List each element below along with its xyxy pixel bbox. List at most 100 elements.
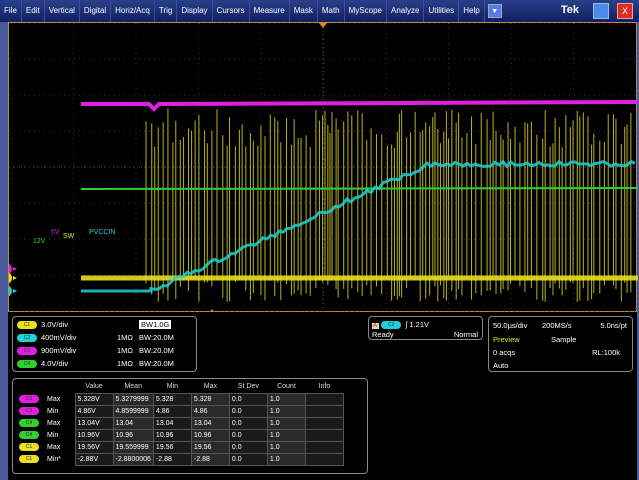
measurement-chip[interactable]: C3 — [19, 407, 39, 415]
measurement-name: Min* — [47, 455, 62, 463]
channel-row[interactable]: C1 3.0V/div BW1.0G — [17, 320, 192, 330]
table-cell: 4.86 — [190, 404, 230, 418]
menu-digital[interactable]: Digital — [80, 0, 112, 22]
channel-chip[interactable]: C1 — [17, 321, 37, 330]
table-cell: 1.0 — [266, 392, 306, 406]
column-header: Count — [277, 383, 296, 391]
table-cell: -2.88V — [74, 452, 114, 466]
table-cell: 0.0 — [228, 428, 268, 442]
table-cell: 4.86 — [152, 404, 192, 418]
menu-math[interactable]: Math — [318, 0, 345, 22]
channel-scale: 3.0V/div — [41, 320, 69, 329]
table-cell — [304, 428, 344, 442]
menu-edit[interactable]: Edit — [22, 0, 45, 22]
table-cell: 19.56 — [152, 440, 192, 454]
menu-utilities[interactable]: Utilities — [424, 0, 460, 22]
rising-edge-icon: ∫ — [405, 320, 408, 329]
table-cell: 4.86V — [74, 404, 114, 418]
acq-count: 0 acqs — [493, 348, 516, 357]
table-cell: 5.3279999 — [112, 392, 154, 406]
table-cell: 0.0 — [228, 392, 268, 406]
measurement-chip[interactable]: C4 — [19, 419, 39, 427]
channel-scale: 4.0V/div — [41, 359, 69, 368]
column-header: Max — [203, 383, 218, 391]
channel-row[interactable]: C2 400mV/div 1MΩ BW:20.0M — [17, 333, 192, 343]
column-header: Mean — [124, 383, 142, 391]
menu-mask[interactable]: Mask — [290, 0, 318, 22]
menu-display[interactable]: Display — [177, 0, 213, 22]
menu-trig[interactable]: Trig — [155, 0, 178, 22]
table-cell: 4.8599999 — [112, 404, 154, 418]
table-cell: 1.0 — [266, 440, 306, 454]
measurement-name: Min — [47, 431, 59, 439]
dropdown-arrow-icon[interactable]: ▼ — [487, 4, 502, 18]
measurement-name: Max — [47, 395, 61, 403]
table-row: C3 Max 5.328V 5.3279999 5.328 5.328 0.0 1.0 — [17, 392, 344, 406]
label-sw: SW — [63, 233, 75, 240]
channel-impedance: 1MΩ — [117, 333, 134, 342]
acquisition-panel[interactable]: 50.0µs/div 200MS/s 5.0ns/pt Preview Samp… — [488, 316, 633, 372]
table-cell: 0.0 — [228, 440, 268, 454]
menu-help[interactable]: Help — [459, 0, 485, 22]
channel-panel: C1 3.0V/div BW1.0G C2 400mV/div 1MΩ BW:20.0M C3… — [12, 316, 197, 372]
table-cell: 0.0 — [228, 404, 268, 418]
measurement-chip[interactable]: C3 — [19, 395, 39, 403]
menu-horizacq[interactable]: Horiz/Acq — [111, 0, 155, 22]
trigger-panel[interactable]: A' C2 ∫ 1.21V Ready Normal — [368, 316, 483, 340]
table-cell: -2.8800006 — [112, 452, 154, 466]
label-12v: 12V — [33, 238, 46, 245]
table-cell: 10.96V — [74, 428, 114, 442]
table-cell: 13.04 — [152, 416, 192, 430]
waveform-display[interactable]: 312 5V SW 12V PVCCIN — [0, 22, 639, 313]
table-cell: 1.0 — [266, 428, 306, 442]
measurement-chip[interactable]: C1 — [19, 455, 39, 463]
menu-analyze[interactable]: Analyze — [387, 0, 425, 22]
table-cell — [304, 452, 344, 466]
channel-chip[interactable]: C3 — [17, 347, 37, 356]
menu-measure[interactable]: Measure — [250, 0, 290, 22]
measurement-name: Max — [47, 419, 61, 427]
channel-scale: 400mV/div — [41, 333, 77, 342]
column-header: Info — [318, 383, 331, 391]
marker-arrow-icon — [13, 267, 17, 271]
menu-vertical[interactable]: Vertical — [45, 0, 80, 22]
channel-scale: 900mV/div — [41, 346, 77, 355]
channel-bandwidth: BW:20.0M — [139, 359, 174, 368]
channel-row[interactable]: C3 900mV/div 1MΩ BW:20.0M — [17, 346, 192, 356]
label-5v: 5V — [51, 229, 60, 236]
table-cell: 1.0 — [266, 452, 306, 466]
table-cell: 0.0 — [228, 416, 268, 430]
measurement-chip[interactable]: C4 — [19, 431, 39, 439]
menu-cursors[interactable]: Cursors — [213, 0, 250, 22]
channel-chip[interactable]: C2 — [17, 334, 37, 343]
table-cell: 19.56 — [190, 440, 230, 454]
table-cell: 0.0 — [228, 452, 268, 466]
label-pvccin: PVCCIN — [89, 229, 116, 236]
menu-file[interactable]: File — [0, 0, 22, 22]
channel-row[interactable]: C4 4.0V/div 1MΩ BW:20.0M — [17, 359, 192, 369]
sample-rate: 200MS/s — [542, 321, 572, 330]
table-cell — [304, 416, 344, 430]
table-cell: -2.88 — [190, 452, 230, 466]
header-blank — [17, 381, 45, 393]
marker-arrow-icon — [13, 276, 17, 280]
menu-myscope[interactable]: MyScope — [345, 0, 387, 22]
channel-chip[interactable]: C4 — [17, 360, 37, 369]
table-cell: 1.0 — [266, 416, 306, 430]
column-header: Min — [166, 383, 179, 391]
trigger-position-icon — [319, 23, 327, 28]
waveform-graticule: 312 — [0, 22, 639, 313]
channel-bandwidth: BW1.0G — [139, 320, 172, 329]
trigger-mode: Normal — [453, 330, 478, 339]
table-cell: 5.328 — [152, 392, 192, 406]
measurement-chip[interactable]: C1 — [19, 443, 39, 451]
table-cell: 10.96 — [112, 428, 154, 442]
table-row: C4 Max 13.04V 13.04 13.04 13.04 0.0 1.0 — [17, 416, 344, 430]
measurement-name: Min — [47, 407, 59, 415]
close-button[interactable]: X — [617, 3, 633, 19]
tek-logo: Tek — [560, 4, 579, 16]
table-cell — [304, 440, 344, 454]
trace-c4 — [80, 187, 639, 190]
record-length: RL:100k — [592, 348, 620, 357]
minimize-button[interactable] — [593, 3, 609, 19]
